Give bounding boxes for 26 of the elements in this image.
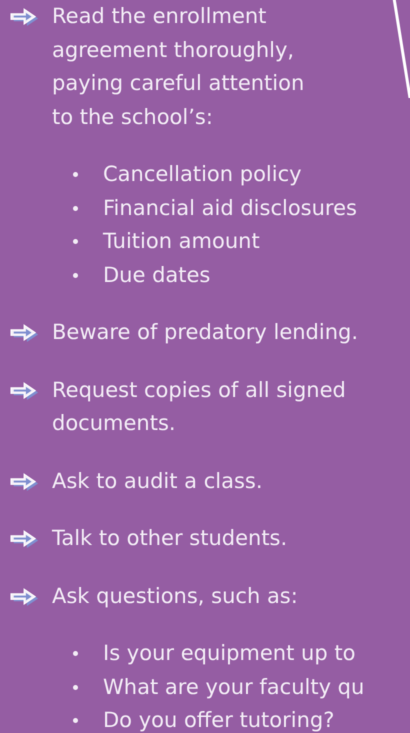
list-item-text: Tuition amount (103, 228, 260, 255)
list-item-text: Do you offer tutoring? (103, 707, 334, 733)
arrow-icon (10, 382, 40, 400)
bullet-dot (73, 206, 78, 211)
list-item-text: Cancellation policy (103, 161, 302, 188)
tip-text: Ask questions, such as: (52, 582, 298, 610)
arrow-icon (10, 588, 40, 606)
bullet-dot (73, 718, 78, 724)
tip-text: Read the enrollment agreement thoroughly, paying careful attention to the school’s: (52, 3, 304, 130)
arrow-icon (10, 530, 40, 549)
arrow-icon (10, 324, 40, 343)
tip-text: Talk to other students. (52, 525, 288, 552)
tip-text: Beware of predatory lending. (52, 319, 358, 346)
tip-text: Ask to audit a class. (52, 468, 263, 494)
bullet-dot (73, 172, 78, 178)
tip-text: Request copies of all signed documents. (52, 376, 346, 437)
list-item-text: Financial aid disclosures (103, 194, 357, 222)
bullet-dot (73, 684, 78, 690)
bullet-dot (73, 272, 78, 278)
list-item-text: Due dates (103, 262, 210, 288)
bullet-dot (73, 239, 78, 244)
arrow-icon (10, 472, 40, 492)
list-item-text: What are your faculty qu (103, 674, 364, 700)
bullet-dot (73, 651, 78, 656)
list-item-text: Is your equipment up to (103, 640, 356, 667)
arrow-icon (10, 8, 40, 27)
